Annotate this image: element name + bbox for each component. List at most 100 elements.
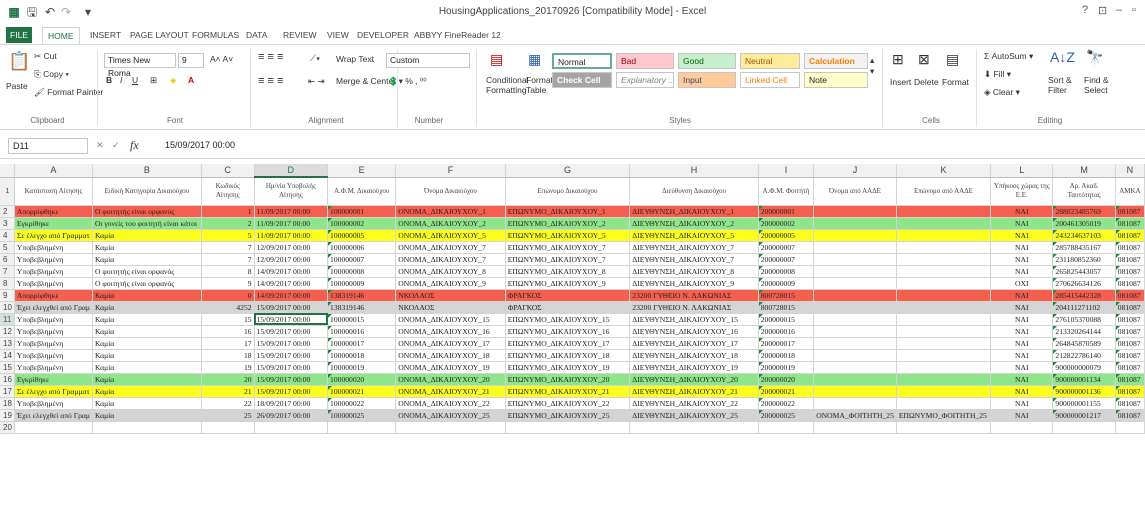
cell[interactable]: 9 xyxy=(201,277,255,290)
cell[interactable]: ΟΝΟΜΑ_ΦΟΙΤΗΤΗ_25 xyxy=(813,409,897,422)
italic-icon[interactable]: I xyxy=(120,75,122,85)
cell[interactable]: 15/09/2017 00:00 xyxy=(254,313,329,326)
column-header-d[interactable]: D xyxy=(254,164,329,178)
cell[interactable]: Έχει ελεγχθεί από Γραμ xyxy=(14,301,93,314)
cell[interactable]: 212822786140 xyxy=(1052,349,1116,362)
cell[interactable] xyxy=(813,289,897,302)
borders-icon[interactable]: ⊞ xyxy=(150,75,157,86)
format-button[interactable]: Format xyxy=(942,77,969,87)
cell[interactable]: 213320264144 xyxy=(1052,325,1116,338)
cell[interactable]: 243234637103 xyxy=(1052,229,1116,242)
cell[interactable]: 081087 xyxy=(1115,385,1145,398)
cell[interactable]: 100000001 xyxy=(327,205,397,218)
bold-icon[interactable]: B xyxy=(106,75,112,85)
cell[interactable]: ΕΠΩΝΥΜΟ_ΔΙΚΑΙΟΥΧΟΥ_19 xyxy=(505,361,631,374)
column-label[interactable]: Όνομα Δικαιούχου xyxy=(395,177,506,206)
column-header-c[interactable]: C xyxy=(201,164,255,178)
column-label[interactable]: Α.Φ.Μ. Δικαιούχου xyxy=(327,177,397,206)
cell[interactable]: ΕΠΩΝΥΜΟ_ΔΙΚΑΙΟΥΧΟΥ_18 xyxy=(505,349,631,362)
row-header[interactable]: 7 xyxy=(0,265,15,278)
cell[interactable]: 15/09/2017 00:00 xyxy=(254,301,329,314)
cell[interactable]: 23200 ΓΥΘΕΙΟ Ν. ΛΑΚΩΝΙΑΣ xyxy=(629,301,759,314)
cell[interactable]: ΟΝΟΜΑ_ΔΙΚΑΙΟΥΧΟΥ_2 xyxy=(395,217,506,230)
cell[interactable]: 200000009 xyxy=(758,277,815,290)
cell[interactable] xyxy=(896,229,992,242)
cell[interactable]: Υποβεβλημένη xyxy=(14,397,93,410)
cell[interactable] xyxy=(896,289,992,302)
cell[interactable]: 081087 xyxy=(1115,373,1145,386)
column-label[interactable]: Επώνυμο από ΑΑΔΕ xyxy=(896,177,992,206)
row-header[interactable]: 2 xyxy=(0,205,15,218)
cut-button[interactable]: ✂ Cut xyxy=(34,51,57,62)
cell[interactable]: Καμία xyxy=(92,253,202,266)
find-select-button[interactable]: Find & xyxy=(1084,75,1109,85)
cell[interactable]: ΝΑΙ xyxy=(990,253,1054,266)
cell[interactable]: Καμία xyxy=(92,229,202,242)
cell[interactable]: ΝΑΙ xyxy=(990,361,1054,374)
cell[interactable]: 081087 xyxy=(1115,301,1145,314)
cell[interactable]: ΦΡΑΓΚΟΣ xyxy=(505,289,631,302)
column-label[interactable]: Α.Φ.Μ. Φοιτητή xyxy=(758,177,815,206)
cell[interactable]: Υποβεβλημένη xyxy=(14,361,93,374)
cell[interactable]: ΟΝΟΜΑ_ΔΙΚΑΙΟΥΧΟΥ_21 xyxy=(395,385,506,398)
cell[interactable]: 100000002 xyxy=(327,217,397,230)
tab-abbyy[interactable]: ABBYY FineReader 12 xyxy=(414,30,501,40)
tab-page-layout[interactable]: PAGE LAYOUT xyxy=(130,30,189,40)
cell[interactable] xyxy=(896,421,992,434)
cell[interactable]: ΕΠΩΝΥΜΟ_ΔΙΚΑΙΟΥΧΟΥ_1 xyxy=(505,205,631,218)
cell[interactable]: 200000017 xyxy=(758,337,815,350)
cell[interactable]: ΕΠΩΝΥΜΟ_ΔΙΚΑΙΟΥΧΟΥ_5 xyxy=(505,229,631,242)
column-label[interactable]: Κατάσταση Αίτησης xyxy=(14,177,93,206)
cell[interactable]: 8 xyxy=(201,265,255,278)
cell[interactable]: Καμία xyxy=(92,325,202,338)
cell[interactable]: Εγκρίθηκε xyxy=(14,373,93,386)
cell[interactable] xyxy=(813,277,897,290)
cell[interactable]: 200000007 xyxy=(758,253,815,266)
cell[interactable]: 081087 xyxy=(1115,289,1145,302)
cell[interactable]: ΝΑΙ xyxy=(990,229,1054,242)
cell[interactable] xyxy=(896,265,992,278)
cell[interactable]: Σε έλεγχο από Γραμματ xyxy=(14,229,93,242)
ribbon-display-button[interactable]: ⊡ xyxy=(1098,4,1107,17)
cell[interactable]: Οι γονείς του φοιτητή είναι κάτοι xyxy=(92,217,202,230)
cell[interactable]: 14/09/2017 00:00 xyxy=(254,277,329,290)
cell[interactable]: ΟΝΟΜΑ_ΔΙΚΑΙΟΥΧΟΥ_25 xyxy=(395,409,506,422)
cell[interactable] xyxy=(813,229,897,242)
cell[interactable]: 081087 xyxy=(1115,265,1145,278)
row-header[interactable]: 15 xyxy=(0,361,15,374)
row-header[interactable]: 11 xyxy=(0,313,15,326)
cell[interactable]: ΕΠΩΝΥΜΟ_ΔΙΚΑΙΟΥΧΟΥ_8 xyxy=(505,265,631,278)
cell[interactable] xyxy=(327,421,397,434)
cell[interactable]: 200000007 xyxy=(758,241,815,254)
cell[interactable]: 12/09/2017 00:00 xyxy=(254,241,329,254)
cell[interactable]: 200000008 xyxy=(758,265,815,278)
cell[interactable]: Καμία xyxy=(92,349,202,362)
cell[interactable]: 081087 xyxy=(1115,277,1145,290)
cell[interactable]: 15/09/2017 00:00 xyxy=(254,361,329,374)
cell[interactable]: 200000021 xyxy=(758,385,815,398)
cell[interactable]: 4252 xyxy=(201,301,255,314)
cell[interactable] xyxy=(896,301,992,314)
cell[interactable]: 081087 xyxy=(1115,253,1145,266)
cell[interactable]: ΔΙΕΥΘΥΝΣΗ_ΔΙΚΑΙΟΥΧΟΥ_21 xyxy=(629,385,759,398)
cell[interactable]: 21 xyxy=(201,385,255,398)
column-header-b[interactable]: B xyxy=(92,164,202,178)
minimize-button[interactable]: – xyxy=(1116,4,1122,16)
cell[interactable]: 14/09/2017 00:00 xyxy=(254,289,329,302)
cell[interactable]: ΟΝΟΜΑ_ΔΙΚΑΙΟΥΧΟΥ_5 xyxy=(395,229,506,242)
tab-review[interactable]: REVIEW xyxy=(283,30,317,40)
cell[interactable]: 16 xyxy=(201,325,255,338)
cell[interactable]: 11/09/2017 00:00 xyxy=(254,217,329,230)
cell[interactable]: ΝΚΟΛΑΟΣ xyxy=(395,301,506,314)
cell[interactable] xyxy=(1115,421,1145,434)
cell[interactable]: ΝΑΙ xyxy=(990,265,1054,278)
paste-button[interactable]: Paste xyxy=(6,81,28,91)
cell[interactable]: 2 xyxy=(201,217,255,230)
fill-button[interactable]: ⬇ Fill ▾ xyxy=(984,69,1011,80)
cell[interactable]: ΔΙΕΥΘΥΝΣΗ_ΔΙΚΑΙΟΥΧΟΥ_1 xyxy=(629,205,759,218)
cell[interactable]: ΝΑΙ xyxy=(990,217,1054,230)
style-bad[interactable]: Bad xyxy=(616,53,674,69)
autosum-button[interactable]: Σ AutoSum ▾ xyxy=(984,51,1033,62)
tab-file[interactable]: FILE xyxy=(6,27,32,43)
cell[interactable]: ΔΙΕΥΘΥΝΣΗ_ΔΙΚΑΙΟΥΧΟΥ_17 xyxy=(629,337,759,350)
